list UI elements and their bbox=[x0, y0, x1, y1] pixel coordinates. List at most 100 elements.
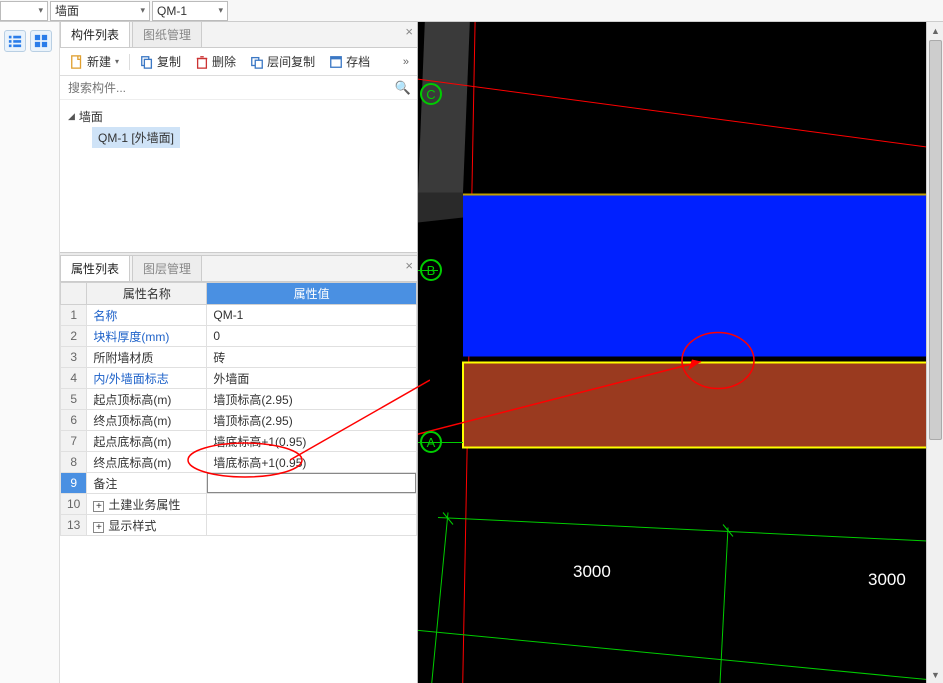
property-name-cell: 所附墙材质 bbox=[87, 347, 207, 368]
dimension-1: 3000 bbox=[573, 562, 611, 582]
viewport-scrollbar[interactable]: ▲ ▼ bbox=[926, 22, 943, 683]
delete-icon bbox=[195, 55, 209, 69]
search-icon[interactable]: 🔍 bbox=[395, 80, 411, 96]
property-name-cell: 备注 bbox=[87, 473, 207, 494]
property-grid: 属性名称 属性值 1名称QM-12块料厚度(mm)03所附墙材质砖4内/外墙面标… bbox=[60, 282, 417, 683]
property-name-label: 块料厚度(mm) bbox=[93, 330, 169, 344]
property-value-cell[interactable]: 墙底标高+1(0.95) bbox=[207, 452, 417, 473]
header-value: 属性值 bbox=[207, 283, 417, 305]
component-tree: ◢ 墙面 QM-1 [外墙面] bbox=[60, 100, 417, 252]
separator bbox=[129, 54, 130, 70]
row-number: 10 bbox=[61, 494, 87, 515]
expand-icon[interactable]: + bbox=[93, 522, 104, 533]
property-row[interactable]: 6 终点顶标高(m) 墙顶标高(2.95) bbox=[61, 410, 417, 431]
row-number: 9 bbox=[61, 473, 87, 494]
close-icon[interactable]: × bbox=[405, 24, 413, 39]
property-value-cell[interactable]: 砖 bbox=[207, 347, 417, 368]
property-name-cell: 内/外墙面标志 bbox=[87, 368, 207, 389]
model-viewport[interactable]: C B A 3000 3000 ▲ ▼ bbox=[418, 22, 943, 683]
copy-label: 复制 bbox=[157, 53, 181, 70]
property-row[interactable]: 9 备注 bbox=[61, 473, 417, 494]
dropdown2-value: QM-1 bbox=[157, 4, 187, 18]
property-value-cell[interactable]: 墙顶标高(2.95) bbox=[207, 410, 417, 431]
new-button[interactable]: 新建 ▾ bbox=[64, 51, 125, 72]
property-name-cell: 起点顶标高(m) bbox=[87, 389, 207, 410]
grid-view-toggle[interactable] bbox=[30, 30, 52, 52]
property-row[interactable]: 10 + 土建业务属性 bbox=[61, 494, 417, 515]
close-icon[interactable]: × bbox=[405, 258, 413, 273]
property-value-cell[interactable]: 0 bbox=[207, 326, 417, 347]
property-row[interactable]: 5起点顶标高(m)墙顶标高(2.95) bbox=[61, 389, 417, 410]
list-view-toggle[interactable] bbox=[4, 30, 26, 52]
tree-child-item[interactable]: QM-1 [外墙面] bbox=[92, 127, 180, 148]
property-name-cell: 终点顶标高(m) bbox=[87, 410, 207, 431]
property-value-cell[interactable]: 外墙面 bbox=[207, 368, 417, 389]
property-value-cell[interactable] bbox=[207, 515, 417, 536]
tree-root-item[interactable]: ◢ 墙面 bbox=[64, 106, 413, 127]
property-name-label: 所附墙材质 bbox=[93, 351, 153, 365]
copy-button[interactable]: 复制 bbox=[134, 51, 187, 72]
property-value-cell[interactable]: 墙底标高+1(0.95) bbox=[207, 431, 417, 452]
property-row[interactable]: 13+显示样式 bbox=[61, 515, 417, 536]
scroll-down-arrow[interactable]: ▼ bbox=[927, 666, 943, 683]
property-row[interactable]: 1 名称 QM-1 bbox=[61, 305, 417, 326]
panels-column: × 构件列表 图纸管理 新建 ▾ 复制 删除 bbox=[60, 22, 418, 683]
property-name-label: 土建业务属性 bbox=[108, 498, 180, 512]
dimension-2: 3000 bbox=[868, 570, 906, 590]
tab-layers[interactable]: 图层管理 bbox=[132, 255, 202, 281]
type-dropdown-2[interactable]: QM-1▾ bbox=[152, 1, 228, 21]
delete-label: 删除 bbox=[212, 53, 236, 70]
property-table: 属性名称 属性值 1名称QM-12块料厚度(mm)03所附墙材质砖4内/外墙面标… bbox=[60, 282, 417, 536]
property-value-cell[interactable] bbox=[207, 494, 417, 515]
property-row[interactable]: 3所附墙材质砖 bbox=[61, 347, 417, 368]
row-number: 1 bbox=[61, 305, 87, 326]
archive-button[interactable]: 存档 bbox=[323, 51, 376, 72]
floor-copy-button[interactable]: 层间复制 bbox=[244, 51, 321, 72]
delete-button[interactable]: 删除 bbox=[189, 51, 242, 72]
property-row[interactable]: 8终点底标高(m)墙底标高+1(0.95) bbox=[61, 452, 417, 473]
expand-icon[interactable]: + bbox=[93, 501, 104, 512]
property-name-label: 终点顶标高(m) bbox=[93, 414, 171, 428]
property-row[interactable]: 2 块料厚度(mm) 0 bbox=[61, 326, 417, 347]
copy-icon bbox=[140, 55, 154, 69]
floor-copy-label: 层间复制 bbox=[267, 53, 315, 70]
property-value-cell[interactable]: 墙顶标高(2.95) bbox=[207, 389, 417, 410]
component-list-panel: × 构件列表 图纸管理 新建 ▾ 复制 删除 bbox=[60, 22, 417, 252]
property-name-cell: 块料厚度(mm) bbox=[87, 326, 207, 347]
search-input[interactable] bbox=[66, 80, 395, 96]
axis-marker-a: A bbox=[420, 431, 442, 453]
chevron-down-icon: ▾ bbox=[38, 5, 43, 16]
property-name-label: 起点底标高(m) bbox=[93, 435, 171, 449]
new-icon bbox=[70, 55, 84, 69]
row-number: 2 bbox=[61, 326, 87, 347]
header-blank bbox=[61, 283, 87, 305]
tree-root-label: 墙面 bbox=[79, 108, 103, 125]
property-row[interactable]: 7起点底标高(m)墙底标高+1(0.95) bbox=[61, 431, 417, 452]
tab-component-list[interactable]: 构件列表 bbox=[60, 21, 130, 47]
scroll-up-arrow[interactable]: ▲ bbox=[927, 22, 943, 39]
type-dropdown-0[interactable]: ▾ bbox=[0, 1, 48, 21]
component-toolbar: 新建 ▾ 复制 删除 层间复制 存档 bbox=[60, 48, 417, 76]
property-row[interactable]: 4内/外墙面标志外墙面 bbox=[61, 368, 417, 389]
property-name-label: 终点底标高(m) bbox=[93, 456, 171, 470]
toolbar-more[interactable]: » bbox=[399, 54, 413, 70]
property-name-label: 名称 bbox=[93, 309, 117, 323]
property-name-label: 显示样式 bbox=[108, 519, 156, 533]
chevron-down-icon: ▾ bbox=[115, 57, 119, 66]
new-label: 新建 bbox=[87, 53, 111, 70]
main-row: × 构件列表 图纸管理 新建 ▾ 复制 删除 bbox=[0, 22, 943, 683]
type-dropdown-1[interactable]: 墙面▾ bbox=[50, 1, 150, 21]
row-number: 6 bbox=[61, 410, 87, 431]
floor-copy-icon bbox=[250, 55, 264, 69]
property-value-input[interactable] bbox=[207, 473, 416, 493]
tab-properties[interactable]: 属性列表 bbox=[60, 255, 130, 281]
property-value-cell[interactable]: QM-1 bbox=[207, 305, 417, 326]
property-name-cell: + 显示样式 bbox=[87, 515, 207, 536]
scrollbar-thumb[interactable] bbox=[929, 40, 942, 440]
archive-icon bbox=[329, 55, 343, 69]
row-number: 4 bbox=[61, 368, 87, 389]
tab-drawing-manage[interactable]: 图纸管理 bbox=[132, 21, 202, 47]
caret-down-icon: ◢ bbox=[68, 111, 75, 122]
property-value-cell[interactable] bbox=[207, 473, 417, 494]
property-name-label: 备注 bbox=[93, 477, 117, 491]
